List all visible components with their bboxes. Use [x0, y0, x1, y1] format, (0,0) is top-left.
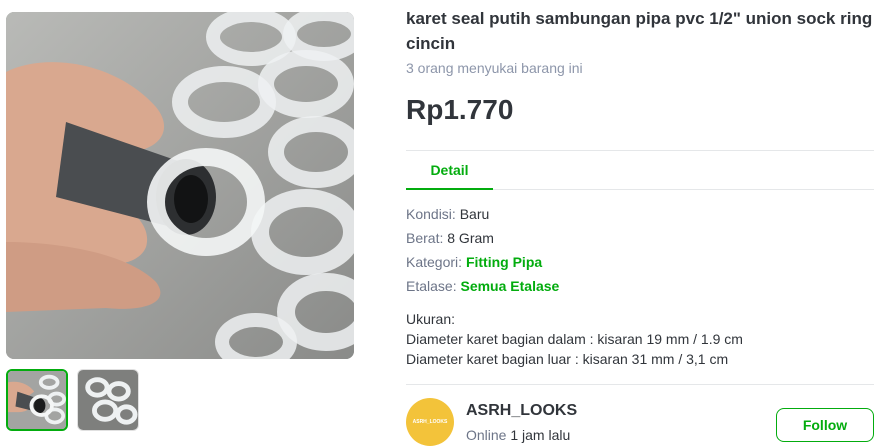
follow-button[interactable]: Follow [776, 408, 874, 442]
status-time: 1 jam lalu [510, 427, 571, 443]
shop-name[interactable]: ASRH_LOOKS [466, 402, 577, 420]
product-price: Rp1.770 [406, 94, 514, 125]
thumbnail-2[interactable] [77, 369, 139, 431]
kategori-label: Kategori: [406, 254, 466, 270]
product-description: Ukuran: Diameter karet bagian dalam : ki… [406, 309, 876, 369]
thumbnail-photo-icon [78, 370, 138, 430]
tab-detail[interactable]: Detail [406, 151, 493, 190]
product-title: karet seal putih sambungan pipa pvc 1/2"… [406, 9, 873, 53]
berat-value: 8 Gram [447, 230, 494, 246]
product-photo [6, 12, 354, 359]
kategori-link[interactable]: Fitting Pipa [466, 254, 542, 270]
info-kondisi: Kondisi: Baru [406, 206, 489, 222]
description-line: Diameter karet bagian luar : kisaran 31 … [406, 351, 729, 367]
likes-count: 3 orang menyukai barang ini [406, 60, 583, 76]
shop-avatar[interactable]: ASRH_LOOKS [406, 398, 454, 446]
etalase-link[interactable]: Semua Etalase [460, 278, 559, 294]
info-berat: Berat: 8 Gram [406, 230, 494, 246]
etalase-label: Etalase: [406, 278, 461, 294]
berat-label: Berat: [406, 230, 448, 246]
thumbnail-1[interactable] [6, 369, 68, 431]
shop-avatar-logo-text: ASRH_LOOKS [412, 419, 448, 425]
kondisi-label: Kondisi: [406, 206, 460, 222]
detail-tabs: Detail [406, 150, 874, 190]
thumbnail-photo-icon [8, 371, 66, 429]
description-line: Ukuran: [406, 311, 456, 327]
status-prefix: Online [466, 427, 511, 443]
product-main-image[interactable] [6, 12, 354, 359]
shop-online-status: Online 1 jam lalu [466, 427, 570, 443]
kondisi-value: Baru [459, 206, 490, 222]
description-line: Diameter karet bagian dalam : kisaran 19… [406, 331, 743, 347]
section-divider [406, 384, 874, 385]
info-kategori: Kategori: Fitting Pipa [406, 254, 542, 270]
info-etalase: Etalase: Semua Etalase [406, 278, 559, 294]
